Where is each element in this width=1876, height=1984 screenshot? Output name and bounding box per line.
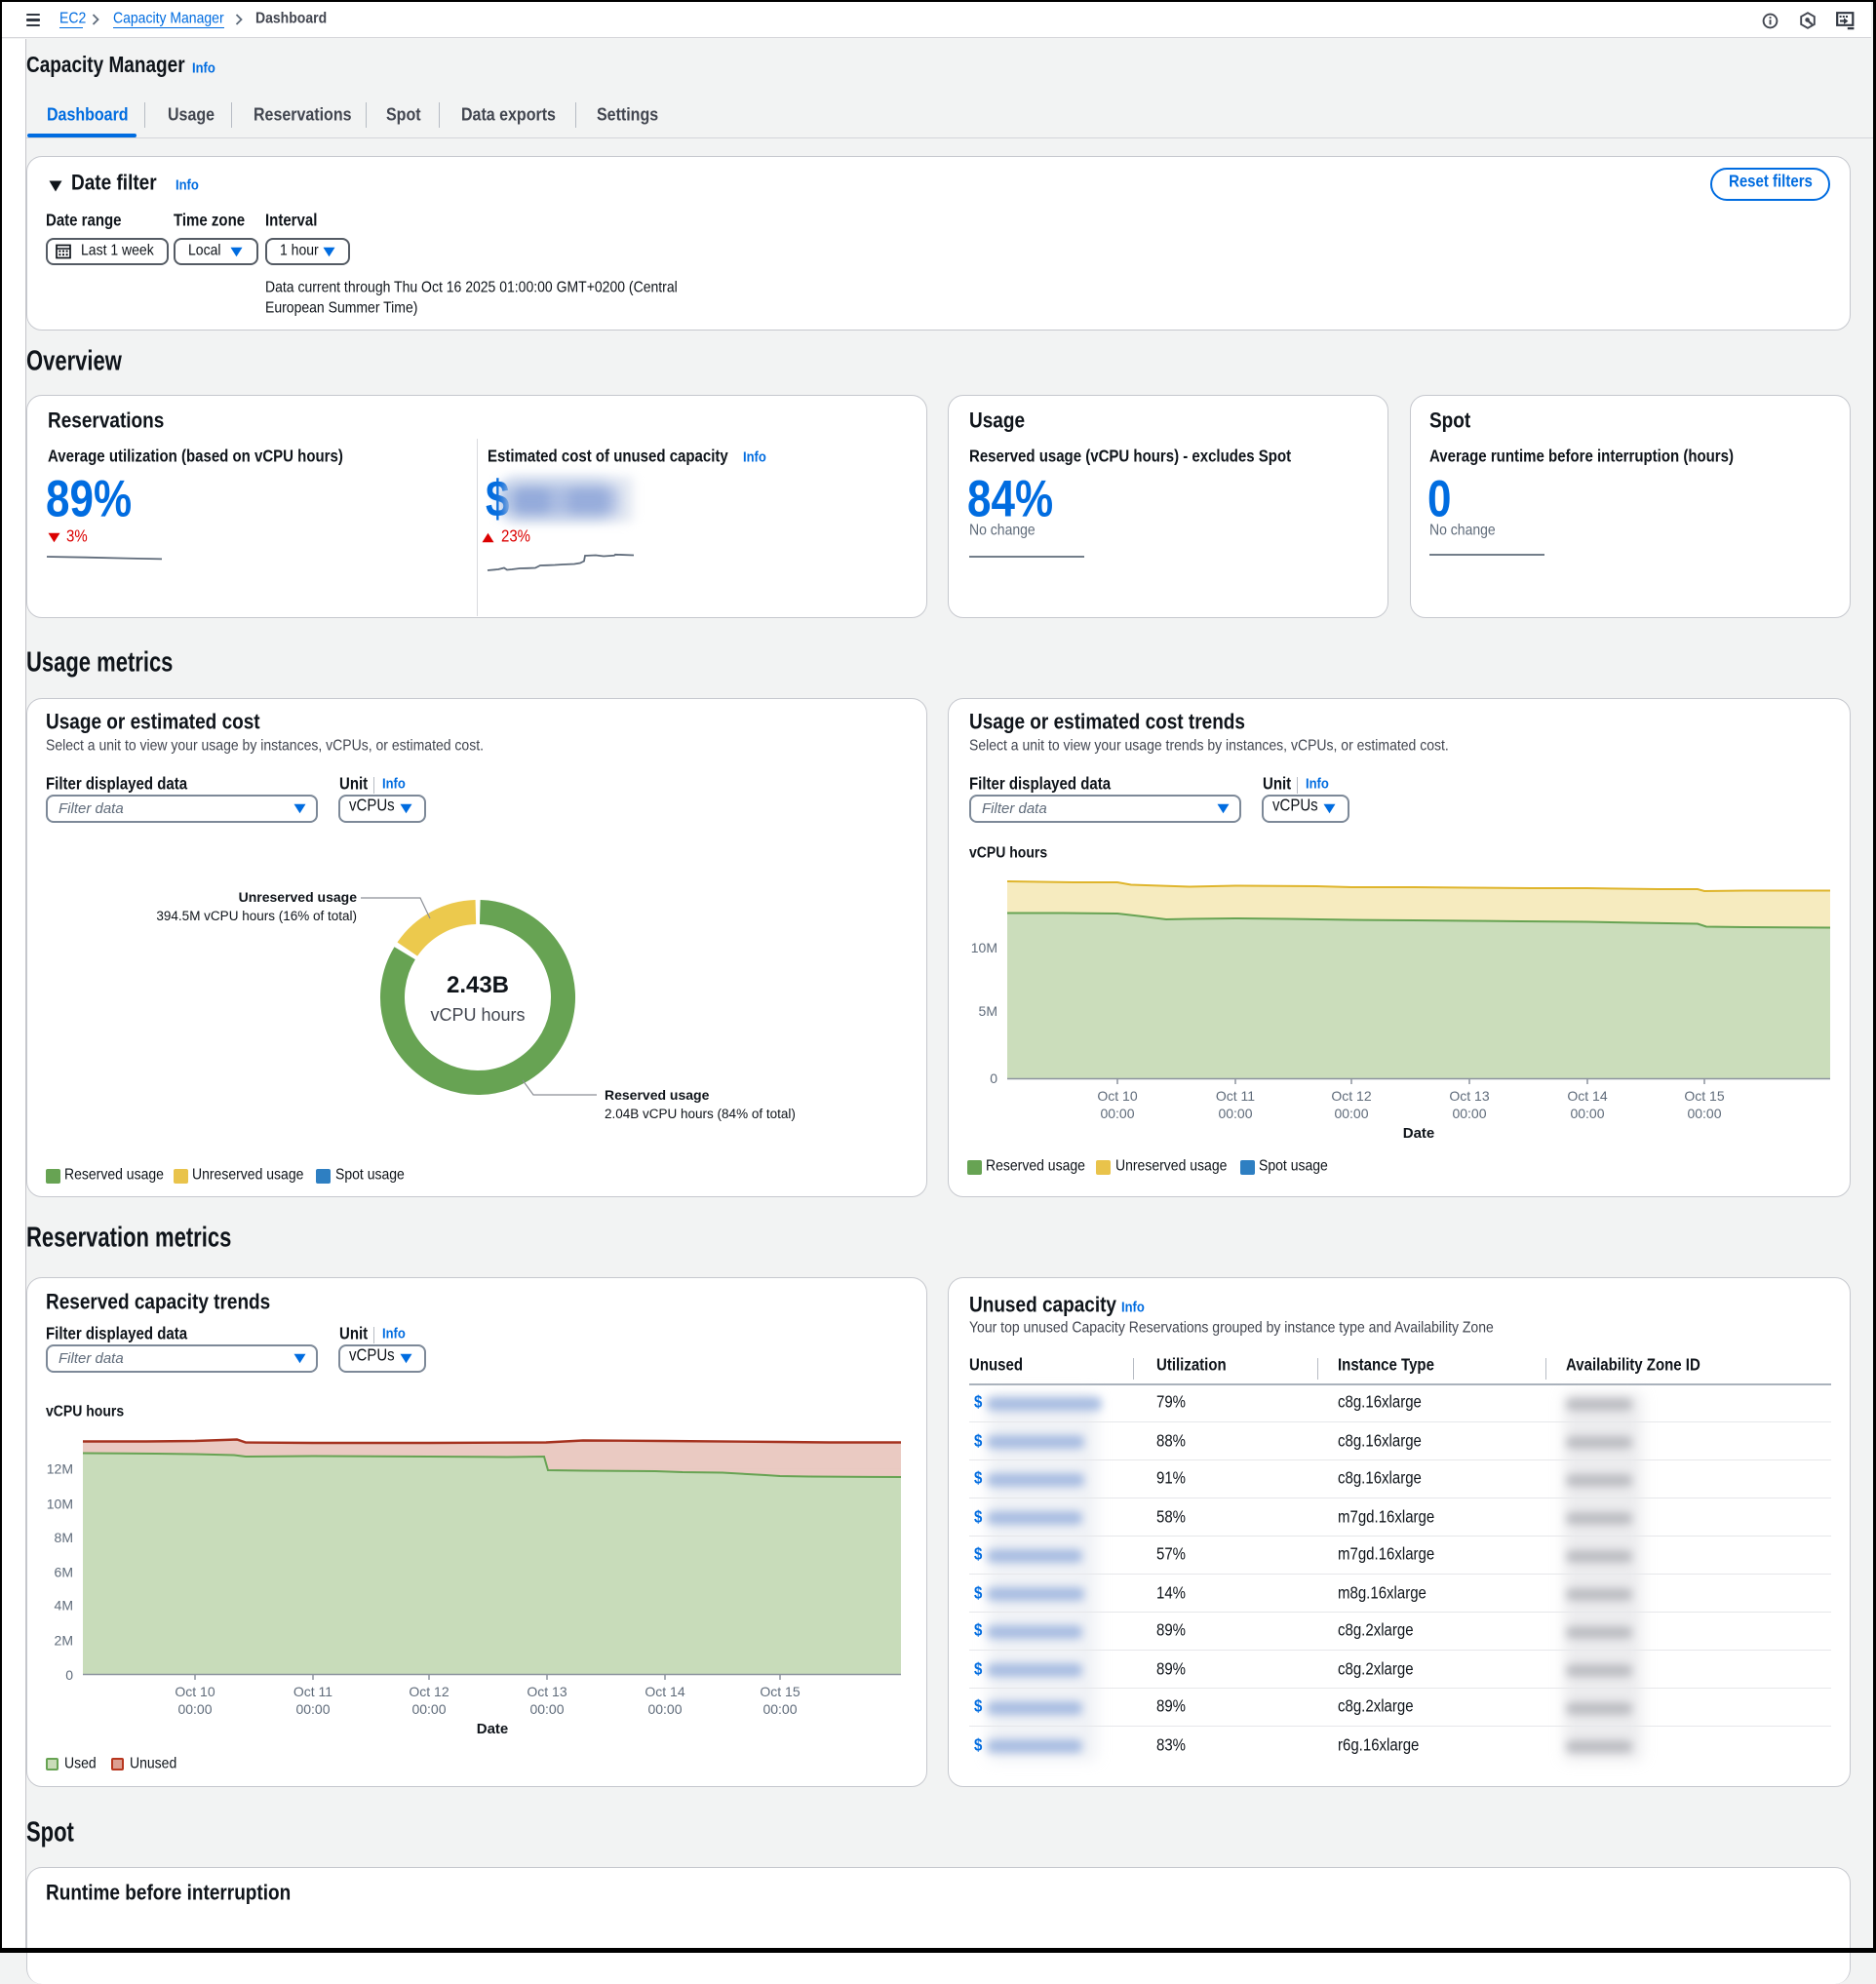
svg-text:6M: 6M	[55, 1565, 73, 1580]
svg-text:8M: 8M	[55, 1530, 73, 1545]
svg-text:Oct 10: Oct 10	[175, 1684, 215, 1699]
svg-text:00:00: 00:00	[529, 1701, 564, 1717]
svg-text:00:00: 00:00	[177, 1701, 212, 1717]
svg-text:00:00: 00:00	[411, 1701, 446, 1717]
svg-text:Oct 13: Oct 13	[527, 1684, 567, 1699]
svg-text:00:00: 00:00	[295, 1701, 330, 1717]
svg-text:12M: 12M	[47, 1461, 73, 1477]
svg-text:Oct 11: Oct 11	[293, 1684, 332, 1699]
svg-text:00:00: 00:00	[762, 1701, 797, 1717]
svg-text:Oct 12: Oct 12	[409, 1684, 449, 1699]
svg-text:00:00: 00:00	[647, 1701, 682, 1717]
svg-text:2M: 2M	[55, 1633, 73, 1649]
svg-text:0: 0	[65, 1667, 73, 1683]
svg-text:4M: 4M	[55, 1598, 73, 1614]
svg-text:10M: 10M	[47, 1497, 73, 1512]
svg-text:Oct 15: Oct 15	[760, 1684, 800, 1699]
svg-text:Date: Date	[477, 1721, 509, 1737]
svg-text:Oct 14: Oct 14	[645, 1684, 684, 1699]
